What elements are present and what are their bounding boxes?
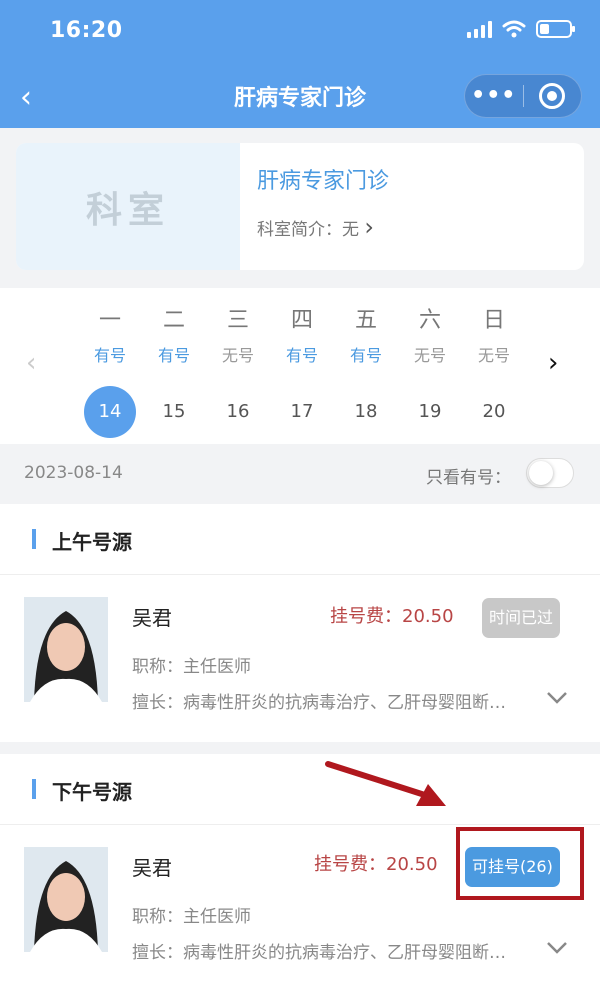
next-week-icon[interactable]: › xyxy=(548,348,558,378)
department-name: 肝病专家门诊 xyxy=(257,169,390,194)
calendar-day-15[interactable]: 二有号 15 xyxy=(142,306,206,438)
calendar-day-16[interactable]: 三无号 16 xyxy=(206,306,270,438)
status-icons xyxy=(467,20,575,38)
doctor-title: 职称：主任医师 xyxy=(132,657,251,677)
calendar-day-18[interactable]: 五有号 18 xyxy=(334,306,398,438)
chevron-right-icon: › xyxy=(364,213,375,241)
date-number: 16 xyxy=(226,401,250,422)
date-number: 15 xyxy=(162,401,186,422)
calendar-day-14[interactable]: 一有号 14 xyxy=(78,306,142,438)
availability-label: 有号 xyxy=(93,346,126,365)
weekday-label: 四 xyxy=(290,308,313,333)
date-number: 20 xyxy=(482,401,506,422)
calendar-day-17[interactable]: 四有号 17 xyxy=(270,306,334,438)
registration-fee: 挂号费：20.50 xyxy=(330,606,454,627)
weekday-label: 日 xyxy=(482,308,505,333)
more-icon[interactable]: ••• xyxy=(465,74,523,118)
battery-icon xyxy=(536,20,575,38)
weekday-label: 一 xyxy=(98,308,121,333)
only-available-toggle[interactable] xyxy=(526,458,574,488)
doctor-title: 职称：主任医师 xyxy=(132,907,251,927)
app-header: 16:20 ‹ 肝病专家门诊 ••• xyxy=(0,0,600,128)
target-icon xyxy=(539,83,566,109)
chevron-down-icon[interactable] xyxy=(546,936,568,960)
selected-date-circle: 14 xyxy=(84,386,136,438)
mini-program-capsule: ••• xyxy=(464,74,582,118)
availability-label: 无号 xyxy=(413,346,446,365)
only-available-label: 只看有号： xyxy=(426,468,511,488)
close-mini-program-button[interactable] xyxy=(523,83,581,109)
availability-label: 有号 xyxy=(285,346,318,365)
weekday-label: 五 xyxy=(354,308,377,333)
doctor-specialty: 擅长：病毒性肝炎的抗病毒治疗、乙肝母婴阻断、肝硬化及并发症的诊治 xyxy=(132,693,522,713)
status-time: 16:20 xyxy=(50,18,123,43)
selected-date: 2023-08-14 xyxy=(24,463,123,483)
availability-label: 无号 xyxy=(221,346,254,365)
calendar-day-20[interactable]: 日无号 20 xyxy=(462,306,526,438)
signal-icon xyxy=(467,20,492,38)
calendar-days: 一有号 14 二有号 15 三无号 16 四有号 17 五有号 18 六无号 19 日无号 20 xyxy=(78,306,526,438)
section-title: 上午号源 xyxy=(32,526,132,555)
doctor-name: 吴君 xyxy=(132,606,172,630)
chevron-down-icon[interactable] xyxy=(546,686,568,710)
doctor-specialty: 擅长：病毒性肝炎的抗病毒治疗、乙肝母婴阻断、肝硬化及并发症的诊治 xyxy=(132,943,522,963)
department-image: 科室 xyxy=(16,143,240,270)
divider xyxy=(0,574,600,575)
doctor-name: 吴君 xyxy=(132,856,172,880)
weekday-label: 三 xyxy=(226,308,249,333)
date-number: 19 xyxy=(418,401,442,422)
time-passed-button[interactable]: 时间已过 xyxy=(482,598,561,638)
availability-label: 无号 xyxy=(477,346,510,365)
prev-week-icon[interactable]: ‹ xyxy=(26,348,36,378)
department-intro-text: 科室简介：无 xyxy=(257,220,359,240)
section-title: 下午号源 xyxy=(32,776,132,805)
weekday-label: 六 xyxy=(418,308,441,333)
divider xyxy=(0,824,600,825)
date-number: 18 xyxy=(354,401,378,422)
doctor-avatar xyxy=(24,597,108,702)
calendar-day-19[interactable]: 六无号 19 xyxy=(398,306,462,438)
filter-bar: 2023-08-14 只看有号： xyxy=(0,446,600,502)
registration-fee: 挂号费：20.50 xyxy=(314,854,438,875)
weekday-label: 二 xyxy=(162,308,185,333)
annotation-arrow xyxy=(325,761,446,806)
department-card[interactable]: 科室 肝病专家门诊 科室简介：无 › xyxy=(16,143,584,270)
wifi-icon xyxy=(502,20,526,38)
availability-label: 有号 xyxy=(349,346,382,365)
date-number: 17 xyxy=(290,401,314,422)
availability-label: 有号 xyxy=(157,346,190,365)
annotation-highlight-box xyxy=(456,827,584,900)
doctor-avatar xyxy=(24,847,108,952)
date-selector: ‹ 一有号 14 二有号 15 三无号 16 四有号 17 五有号 18 六无号 19 日无号 20 › xyxy=(0,288,600,444)
morning-section: 上午号源 吴君 挂号费：20.50 时间已过 职称：主任医师 擅长：病毒性肝炎的… xyxy=(0,504,600,742)
department-intro[interactable]: 科室简介：无 › xyxy=(257,213,374,241)
